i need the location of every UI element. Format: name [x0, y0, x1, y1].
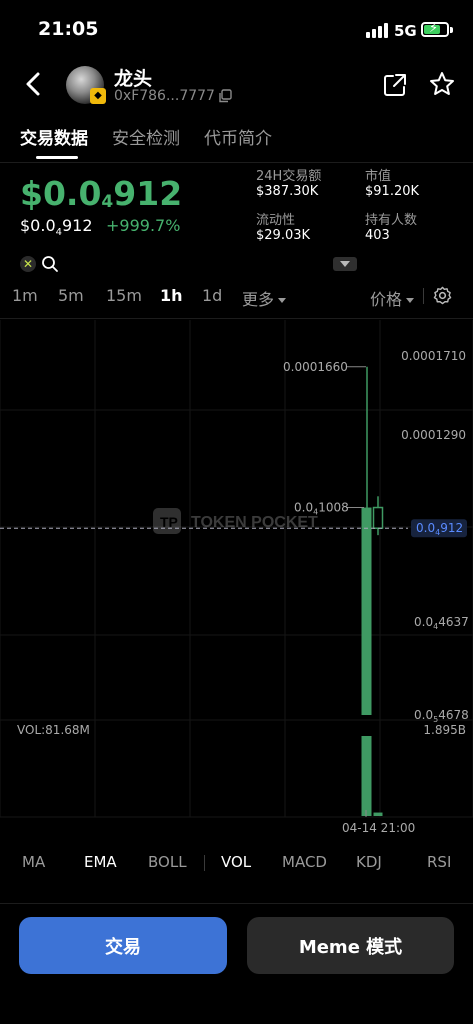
price-chart[interactable]: TP TOKEN POCKET 0.04912 0.0001660 0.0410…: [0, 320, 473, 840]
caret-down-icon: [406, 298, 415, 303]
stat-label-liquidity: 流动性: [256, 213, 296, 228]
interval-more[interactable]: 更多: [242, 286, 287, 310]
battery-icon: ⚡: [421, 21, 449, 37]
token-address: 0xF786...7777: [114, 88, 215, 104]
divider: [0, 903, 473, 904]
tab-trading-data[interactable]: 交易数据: [20, 124, 88, 149]
volume-axis-max: 1.895B: [423, 723, 466, 737]
time-label: 04-14 21:00: [342, 821, 415, 835]
divider: [0, 318, 473, 319]
stat-label-holders: 持有人数: [365, 213, 418, 228]
price-axis-label: 0.054678: [414, 708, 469, 724]
status-time: 21:05: [38, 18, 99, 40]
volume-label: VOL:81.68M: [17, 723, 90, 737]
volume-bar-2: [373, 812, 383, 816]
divider: [204, 855, 205, 871]
high-marker: 0.0001660: [283, 360, 348, 374]
chevron-down-icon: [340, 261, 350, 267]
stat-value-liquidity: $29.03K: [256, 228, 311, 243]
meme-mode-button[interactable]: Meme 模式: [247, 917, 454, 974]
divider: [0, 162, 473, 163]
volume-bar-1: [361, 736, 372, 816]
stat-label-marketcap: 市值: [365, 169, 392, 184]
expand-button[interactable]: [333, 257, 357, 271]
settings-icon[interactable]: [433, 286, 452, 305]
search-icon[interactable]: [41, 255, 59, 273]
network-type: 5G: [394, 22, 417, 40]
stat-label-volume: 24H交易额: [256, 169, 322, 184]
indicator-vol[interactable]: VOL: [221, 853, 251, 871]
dex-icon[interactable]: ✕: [20, 256, 36, 272]
indicator-kdj[interactable]: KDJ: [356, 853, 382, 871]
tab-security-check[interactable]: 安全检测: [112, 124, 180, 149]
current-price: $0.04912: [20, 174, 183, 213]
trade-button[interactable]: 交易: [19, 917, 227, 974]
battery-cap: [450, 27, 453, 33]
candle-2-body: [372, 506, 384, 529]
interval-15m[interactable]: 15m: [106, 286, 142, 305]
price-axis-label: 0.044637: [414, 615, 469, 631]
chart-grid: [0, 320, 473, 818]
indicator-ema[interactable]: EMA: [84, 853, 117, 871]
indicator-macd[interactable]: MACD: [282, 853, 327, 871]
price-type-select[interactable]: 价格: [370, 286, 415, 310]
back-arrow-icon[interactable]: [22, 70, 48, 98]
interval-1m[interactable]: 1m: [12, 286, 38, 305]
interval-5m[interactable]: 5m: [58, 286, 84, 305]
interval-1d[interactable]: 1d: [202, 286, 222, 305]
interval-1h[interactable]: 1h: [160, 286, 183, 305]
candle-1-body: [361, 507, 372, 715]
divider: [423, 288, 424, 304]
stat-value-marketcap: $91.20K: [365, 184, 420, 199]
indicator-boll[interactable]: BOLL: [148, 853, 187, 871]
tab-underline: [36, 156, 78, 159]
star-icon[interactable]: [428, 70, 456, 98]
copy-icon[interactable]: [218, 88, 232, 103]
bnb-chain-icon: ◆: [90, 88, 106, 104]
price-axis-label: 0.0001710: [401, 349, 466, 363]
indicator-rsi[interactable]: RSI: [427, 853, 451, 871]
price-axis-label: 0.0001290: [401, 428, 466, 442]
share-icon[interactable]: [382, 72, 408, 98]
tab-token-intro[interactable]: 代币简介: [204, 124, 272, 149]
stat-value-holders: 403: [365, 228, 390, 243]
indicator-ma[interactable]: MA: [22, 853, 45, 871]
low-marker: 0.041008: [294, 501, 349, 517]
price-change: +999.7%: [106, 216, 181, 235]
current-price-tag: 0.04912: [416, 521, 463, 537]
signal-icon: [366, 22, 388, 38]
price-usd: $0.04912: [20, 216, 93, 239]
stat-value-volume: $387.30K: [256, 184, 319, 199]
token-name: 龙头: [114, 68, 153, 90]
caret-down-icon: [278, 298, 287, 303]
svg-text:TP: TP: [160, 514, 178, 530]
